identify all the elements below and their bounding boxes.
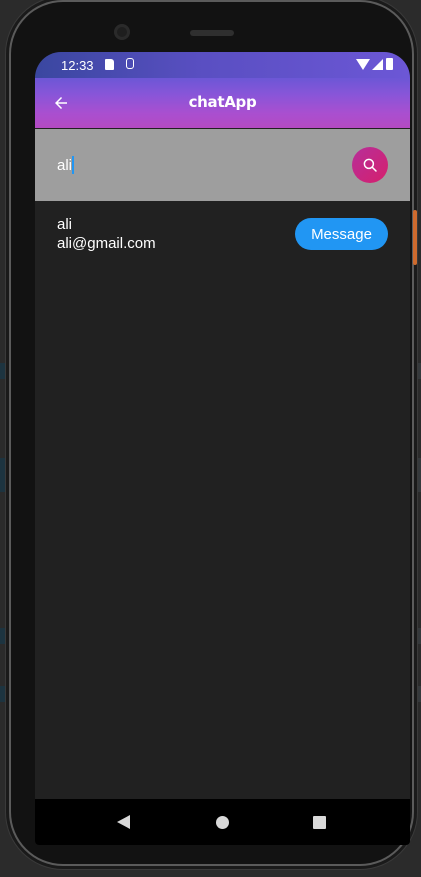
status-time: 12:33 [61, 58, 94, 73]
nav-home-icon[interactable] [216, 816, 229, 829]
device-frame: 12:33 chatApp ali ali ali@gmail.com Mess… [11, 2, 417, 864]
signal-icon [372, 59, 383, 70]
front-camera [114, 24, 130, 40]
user-email: ali@gmail.com [57, 235, 156, 252]
list-item: ali ali@gmail.com Message [35, 202, 410, 266]
search-bar [35, 129, 410, 201]
message-button[interactable]: Message [295, 218, 388, 250]
background-panel-fragment [413, 686, 421, 702]
background-panel-fragment [413, 458, 421, 492]
nav-recents-icon[interactable] [313, 816, 326, 829]
power-button [413, 210, 417, 265]
background-panel-fragment [413, 628, 421, 644]
app-bar: chatApp [35, 78, 410, 128]
wifi-icon [356, 59, 370, 70]
system-nav-bar [35, 799, 410, 845]
sd-card-icon [105, 59, 114, 70]
text-cursor [72, 156, 74, 174]
user-name: ali [57, 216, 73, 233]
search-icon [363, 158, 377, 172]
nav-back-icon[interactable] [117, 815, 130, 829]
background-panel-fragment [413, 363, 421, 379]
search-input[interactable] [57, 153, 347, 177]
app-title: chatApp [188, 93, 257, 111]
search-button[interactable] [352, 147, 388, 183]
status-bar: 12:33 [35, 52, 410, 78]
sim-icon [126, 58, 134, 69]
battery-icon [386, 58, 393, 70]
app-screen: 12:33 chatApp ali ali ali@gmail.com Mess… [35, 52, 410, 845]
earpiece-speaker [190, 30, 234, 36]
